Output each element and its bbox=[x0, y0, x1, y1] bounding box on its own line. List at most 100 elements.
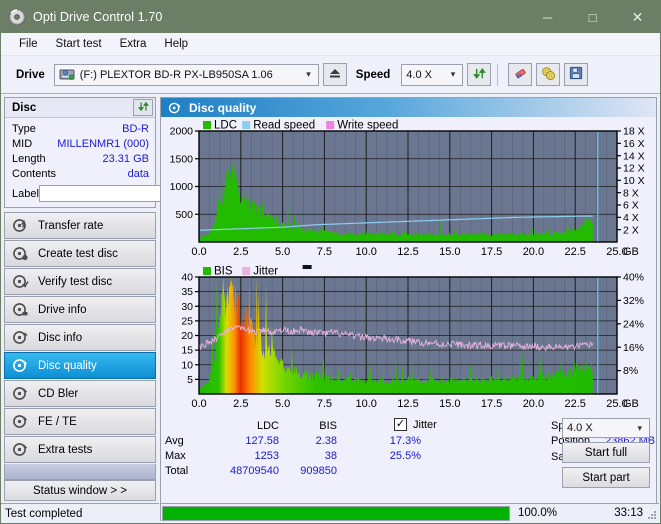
svg-text:30: 30 bbox=[181, 301, 193, 313]
toolbar: Drive (F:) PLEXTOR BD-R PX-LB950SA 1.06 … bbox=[1, 56, 660, 94]
svg-text:16 X: 16 X bbox=[623, 138, 645, 150]
disc-panel-header: Disc bbox=[5, 98, 155, 118]
resize-grip-icon[interactable] bbox=[646, 509, 657, 520]
menu-item-help[interactable]: Help bbox=[155, 36, 197, 52]
svg-text:10 X: 10 X bbox=[623, 175, 645, 187]
disc-panel: Disc Type BD-R MID MILLENMR1 (000) Lengt… bbox=[4, 97, 242, 208]
progress-bar bbox=[162, 505, 510, 521]
svg-text:22.5: 22.5 bbox=[564, 398, 585, 410]
svg-text:20.0: 20.0 bbox=[523, 398, 544, 410]
svg-text:40%: 40% bbox=[623, 272, 644, 284]
disc-info-icon bbox=[12, 329, 29, 346]
disc-tools-button[interactable] bbox=[536, 63, 561, 86]
svg-text:22.5: 22.5 bbox=[564, 246, 585, 258]
svg-text:16%: 16% bbox=[623, 342, 644, 354]
disc-row-type-label: Type bbox=[12, 122, 36, 135]
eraser-icon bbox=[513, 66, 528, 84]
svg-text:4 X: 4 X bbox=[623, 212, 639, 224]
sidebar-item-cd-bler[interactable]: CD Bler bbox=[4, 380, 156, 407]
svg-text:18 X: 18 X bbox=[623, 126, 645, 138]
sidebar-item-label: Create test disc bbox=[38, 247, 118, 260]
svg-text:6 X: 6 X bbox=[623, 200, 639, 212]
ldc-max: 1253 bbox=[254, 449, 279, 462]
test-speed-select[interactable]: 4.0 X ▾ bbox=[562, 418, 650, 438]
save-button[interactable] bbox=[564, 63, 589, 86]
svg-text:5: 5 bbox=[187, 374, 193, 386]
sidebar-item-fe-te[interactable]: FE / TE bbox=[4, 408, 156, 435]
menu-item-file[interactable]: File bbox=[10, 36, 47, 52]
sidebar-item-verify-test-disc[interactable]: Verify test disc bbox=[4, 268, 156, 295]
status-text: Test completed bbox=[1, 503, 159, 523]
svg-text:GB: GB bbox=[623, 398, 639, 410]
menu-bar: File Start test Extra Help bbox=[1, 33, 660, 56]
close-button[interactable]: ✕ bbox=[615, 1, 660, 33]
bis-avg: 2.38 bbox=[315, 434, 337, 447]
svg-text:10: 10 bbox=[181, 359, 193, 371]
disc-label-row: Label bbox=[12, 184, 242, 203]
speed-label: Speed bbox=[355, 68, 391, 81]
disc-quality-icon bbox=[168, 101, 182, 115]
disc-refresh-button[interactable] bbox=[133, 99, 153, 116]
svg-text:1000: 1000 bbox=[170, 181, 194, 193]
sidebar: Disc Type BD-R MID MILLENMR1 (000) Lengt… bbox=[1, 95, 242, 523]
sidebar-item-label: CD Bler bbox=[38, 387, 79, 400]
disc-row-mid: MID MILLENMR1 (000) bbox=[12, 136, 149, 151]
svg-text:Write speed: Write speed bbox=[337, 120, 398, 132]
status-window-button[interactable]: Status window > > bbox=[4, 480, 156, 501]
row-label-max: Max bbox=[165, 449, 186, 462]
svg-text:24%: 24% bbox=[623, 318, 644, 330]
eject-button[interactable] bbox=[322, 63, 347, 86]
window-controls: ─ □ ✕ bbox=[525, 1, 660, 33]
sidebar-item-disc-info[interactable]: Disc info bbox=[4, 324, 156, 351]
sidebar-item-extra-tests[interactable]: Extra tests bbox=[4, 436, 156, 463]
svg-text:15.0: 15.0 bbox=[439, 398, 460, 410]
ldc-avg: 127.58 bbox=[245, 434, 279, 447]
jitter-label: Jitter bbox=[413, 418, 437, 431]
svg-text:17.5: 17.5 bbox=[481, 246, 502, 258]
bis-jitter-chart[interactable]: 5 10 15 20 25 30 35 40 8% 16% 24% 32% 40% 0.0 2.5 5.0 7.… bbox=[161, 263, 656, 415]
table-row: Max 1253 38 25.5% bbox=[165, 448, 421, 463]
table-header-row: LDC BIS bbox=[165, 418, 421, 433]
erase-button[interactable] bbox=[508, 63, 533, 86]
bis-max: 38 bbox=[324, 449, 337, 462]
start-full-button[interactable]: Start full bbox=[562, 442, 650, 463]
refresh-button[interactable] bbox=[467, 63, 492, 86]
drive-select[interactable]: (F:) PLEXTOR BD-R PX-LB950SA 1.06 ▾ bbox=[53, 63, 319, 86]
test-speed-value: 4.0 X bbox=[567, 422, 593, 434]
speed-select[interactable]: 4.0 X ▾ bbox=[401, 63, 464, 86]
toolbar-separator bbox=[497, 63, 499, 86]
drive-label: Drive bbox=[16, 68, 45, 81]
cd-bler-icon bbox=[12, 385, 29, 402]
drive-info-icon bbox=[12, 301, 29, 318]
jitter-checkbox[interactable]: ✓ bbox=[394, 418, 407, 431]
start-part-button[interactable]: Start part bbox=[562, 467, 650, 488]
menu-item-extra[interactable]: Extra bbox=[111, 36, 156, 52]
svg-text:7.5: 7.5 bbox=[317, 398, 332, 410]
jitter-checkbox-group[interactable]: ✓ Jitter bbox=[394, 418, 437, 431]
maximize-button[interactable]: □ bbox=[570, 1, 615, 33]
disc-label-label: Label bbox=[12, 187, 39, 200]
sidebar-item-drive-info[interactable]: Drive info bbox=[4, 296, 156, 323]
sidebar-item-label: Extra tests bbox=[38, 443, 93, 456]
eject-icon bbox=[328, 67, 342, 82]
svg-text:LDC: LDC bbox=[214, 120, 237, 132]
fe-te-icon bbox=[12, 413, 29, 430]
svg-text:500: 500 bbox=[175, 209, 193, 221]
disc-row-length-value: 23.31 GB bbox=[102, 152, 149, 165]
disc-properties: Type BD-R MID MILLENMR1 (000) Length 23.… bbox=[5, 118, 242, 207]
disc-write-icon bbox=[12, 245, 29, 262]
svg-text:8 X: 8 X bbox=[623, 187, 639, 199]
ldc-chart[interactable]: 500 1000 1500 2000 2 X4 X6 X8 X 10 X 12 X 14 X1… bbox=[161, 117, 656, 263]
svg-text:1500: 1500 bbox=[170, 153, 194, 165]
sidebar-item-create-test-disc[interactable]: Create test disc bbox=[4, 240, 156, 267]
disc-row-type-value: BD-R bbox=[122, 122, 149, 135]
menu-item-start-test[interactable]: Start test bbox=[47, 36, 111, 52]
title-bar: Opti Drive Control 1.70 ─ □ ✕ bbox=[1, 1, 660, 33]
save-icon bbox=[569, 66, 583, 83]
drive-icon bbox=[59, 68, 75, 82]
minimize-button[interactable]: ─ bbox=[525, 1, 570, 33]
app-disc-icon bbox=[8, 8, 26, 26]
sidebar-item-disc-quality[interactable]: Disc quality bbox=[4, 352, 156, 379]
sidebar-item-transfer-rate[interactable]: Transfer rate bbox=[4, 212, 156, 239]
speed-value: 4.0 X bbox=[406, 68, 432, 81]
